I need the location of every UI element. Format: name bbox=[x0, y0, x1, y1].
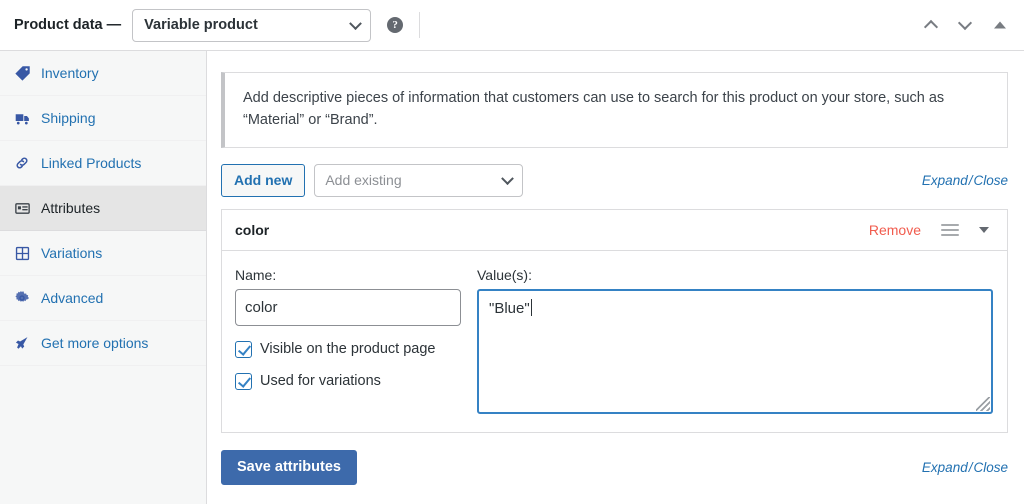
expand-close-links-bottom: Expand/Close bbox=[922, 460, 1008, 475]
handle-line bbox=[941, 223, 959, 226]
truck-icon bbox=[13, 109, 31, 127]
expand-link[interactable]: Expand bbox=[922, 460, 968, 475]
sidebar-item-label: Shipping bbox=[41, 110, 96, 126]
expand-close-links-top: Expand/Close bbox=[922, 173, 1008, 188]
product-data-panel: Product data — Variable product ? Invent… bbox=[0, 0, 1024, 504]
close-link[interactable]: Close bbox=[973, 460, 1008, 475]
chevron-down-icon bbox=[349, 17, 363, 31]
product-data-tabs: Inventory Shipping Linked Products Attri… bbox=[0, 51, 207, 504]
header-divider bbox=[419, 12, 421, 38]
product-type-select[interactable]: Variable product bbox=[132, 8, 372, 42]
sidebar-item-linked-products[interactable]: Linked Products bbox=[0, 141, 206, 186]
sidebar-item-label: Linked Products bbox=[41, 155, 142, 171]
sidebar-item-shipping[interactable]: Shipping bbox=[0, 96, 206, 141]
attribute-values-label: Value(s): bbox=[477, 266, 532, 283]
used-for-variations-checkbox[interactable]: Used for variations bbox=[235, 372, 461, 390]
grid-icon bbox=[13, 244, 31, 262]
sidebar-item-label: Advanced bbox=[41, 290, 104, 306]
sidebar-item-label: Variations bbox=[41, 245, 103, 261]
attributes-content: Add descriptive pieces of information th… bbox=[207, 51, 1024, 504]
chevron-down-icon bbox=[501, 172, 515, 186]
product-type-value: Variable product bbox=[144, 17, 258, 33]
move-down-button[interactable] bbox=[952, 12, 978, 38]
checkbox-checked-icon bbox=[235, 340, 252, 358]
triangle-up-icon bbox=[994, 21, 1006, 29]
handle-line bbox=[941, 228, 959, 231]
handle-line bbox=[941, 233, 959, 236]
text-cursor bbox=[530, 298, 532, 316]
collapse-panel-button[interactable] bbox=[988, 12, 1012, 38]
panel-header: Product data — Variable product ? bbox=[0, 0, 1024, 51]
move-up-button[interactable] bbox=[918, 12, 944, 38]
attributes-toolbar: Add new Add existing Expand/Close bbox=[221, 163, 1008, 197]
add-existing-placeholder: Add existing bbox=[325, 172, 402, 189]
close-link[interactable]: Close bbox=[973, 173, 1008, 188]
chevron-down-icon bbox=[957, 15, 973, 31]
attribute-card: color Remove Name: color Visible on the … bbox=[221, 208, 1008, 433]
expand-link[interactable]: Expand bbox=[922, 173, 968, 188]
sidebar-item-label: Get more options bbox=[41, 335, 149, 351]
remove-attribute-link[interactable]: Remove bbox=[869, 222, 921, 238]
attribute-toggle-button[interactable] bbox=[973, 219, 995, 241]
attributes-description: Add descriptive pieces of information th… bbox=[221, 72, 1008, 148]
attribute-values-text: "Blue" bbox=[489, 299, 530, 317]
panel-body: Inventory Shipping Linked Products Attri… bbox=[0, 51, 1024, 504]
checkbox-checked-icon bbox=[235, 372, 252, 390]
help-tip-icon[interactable]: ? bbox=[387, 17, 404, 33]
used-for-variations-label: Used for variations bbox=[260, 373, 381, 390]
sidebar-item-variations[interactable]: Variations bbox=[0, 231, 206, 276]
attribute-name-input[interactable] bbox=[235, 288, 461, 326]
megaphone-icon bbox=[13, 334, 31, 352]
sidebar-item-attributes[interactable]: Attributes bbox=[0, 186, 206, 231]
attribute-name-column: Name: Visible on the product page Used f… bbox=[235, 267, 461, 414]
sidebar-item-advanced[interactable]: Advanced bbox=[0, 276, 206, 321]
sidebar-item-label: Attributes bbox=[41, 200, 101, 216]
hamburger-handle-icon[interactable] bbox=[941, 221, 959, 239]
attribute-values-column: Value(s): "Blue" bbox=[461, 267, 993, 414]
attributes-icon bbox=[13, 199, 31, 217]
attribute-title: color bbox=[235, 221, 270, 238]
attribute-card-body: Name: Visible on the product page Used f… bbox=[222, 251, 1007, 432]
sidebar-item-label: Inventory bbox=[41, 65, 99, 81]
attribute-values-textarea[interactable]: "Blue" bbox=[477, 288, 993, 414]
sidebar-item-inventory[interactable]: Inventory bbox=[0, 51, 206, 96]
save-attributes-button[interactable]: Save attributes bbox=[221, 449, 357, 485]
chevron-up-icon bbox=[923, 19, 939, 35]
visible-on-product-page-checkbox[interactable]: Visible on the product page bbox=[235, 340, 461, 358]
attribute-name-label: Name: bbox=[235, 266, 277, 283]
textarea-resize-handle[interactable] bbox=[976, 396, 990, 411]
attribute-card-header[interactable]: color Remove bbox=[222, 210, 1007, 251]
triangle-down-icon bbox=[979, 226, 989, 233]
inventory-tag-icon bbox=[13, 64, 31, 82]
add-new-button[interactable]: Add new bbox=[221, 163, 306, 197]
link-icon bbox=[13, 154, 31, 172]
gear-icon bbox=[13, 289, 31, 307]
add-existing-select[interactable]: Add existing bbox=[314, 163, 524, 197]
visible-checkbox-label: Visible on the product page bbox=[260, 341, 436, 358]
attributes-footer: Save attributes Expand/Close bbox=[221, 449, 1008, 485]
sidebar-item-get-more-options[interactable]: Get more options bbox=[0, 321, 206, 366]
page-title: Product data — bbox=[14, 17, 122, 33]
